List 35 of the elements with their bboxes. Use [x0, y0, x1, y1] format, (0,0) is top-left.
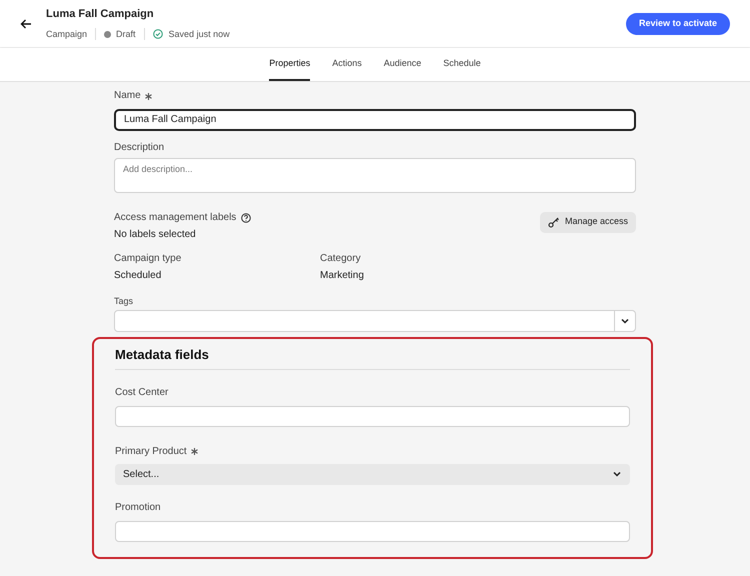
field-label: Access management labels	[114, 212, 236, 224]
object-type: Campaign	[46, 28, 88, 41]
field-label: Primary Product	[115, 446, 187, 458]
tab[interactable]: Audience	[384, 48, 422, 81]
field-label: Description	[114, 142, 164, 154]
manage-access-button[interactable]: Manage access	[540, 212, 636, 232]
saved-status: Saved just now	[168, 28, 230, 41]
back-button[interactable]	[20, 18, 32, 30]
field-label: Name	[114, 90, 141, 102]
field-label: Category	[320, 252, 362, 264]
field-label: Promotion	[115, 502, 161, 514]
field-label: Cost Center	[115, 386, 168, 398]
review-button[interactable]: Review to activate	[626, 12, 730, 34]
key-icon	[548, 216, 560, 228]
tab[interactable]: Schedule	[443, 48, 481, 81]
tab[interactable]: Properties	[269, 48, 310, 81]
description-field[interactable]: Add description...	[114, 158, 636, 192]
campaign-title: Luma Fall Campaign	[46, 7, 155, 22]
field-value: No labels selected	[114, 228, 197, 240]
status-label: Draft	[116, 28, 136, 40]
section-title: Metadata fields	[115, 346, 210, 362]
text-field[interactable]	[115, 406, 630, 427]
field-value: Marketing	[320, 270, 365, 282]
text-field[interactable]	[115, 521, 630, 542]
select-dropdown[interactable]: Select...	[115, 464, 630, 484]
check-circle-icon	[152, 29, 163, 40]
back-arrow-icon	[20, 18, 32, 30]
help-icon	[241, 212, 252, 222]
field-label: Tags	[114, 296, 134, 306]
tags-combobox[interactable]	[114, 310, 636, 332]
tab[interactable]: Actions	[332, 48, 362, 81]
chevron-down-icon	[612, 469, 622, 479]
field-value: Scheduled	[114, 270, 162, 282]
field-label: Campaign type	[114, 252, 182, 264]
name-field[interactable]: Luma Fall Campaign	[114, 108, 636, 130]
